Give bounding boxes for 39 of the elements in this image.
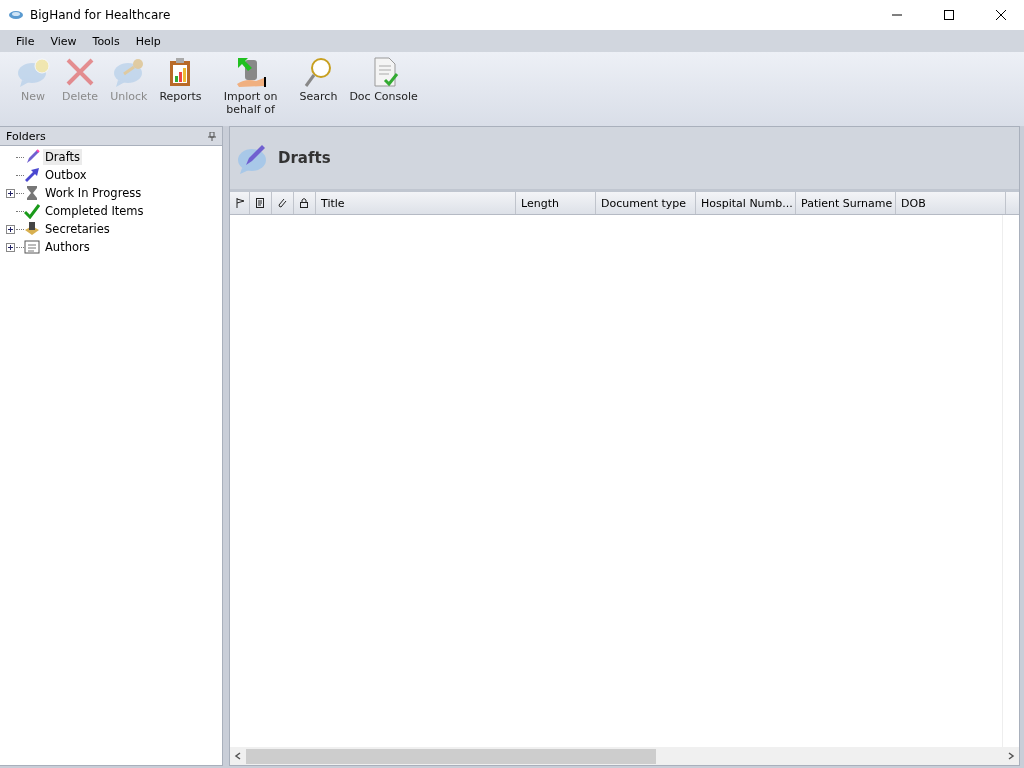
column-header[interactable]: Document type [596,192,696,214]
window-title: BigHand for Healthcare [30,8,172,22]
pencil-icon [24,149,40,165]
flag-icon [235,197,245,209]
paperclip-icon [277,197,287,209]
column-header[interactable]: Length [516,192,596,214]
menu-item[interactable]: View [42,34,85,48]
toolbar-button[interactable]: Reports [155,56,206,103]
tree-item[interactable]: Secretaries [43,221,112,237]
column-header[interactable]: Patient Surname [796,192,896,214]
lock-icon [299,197,309,209]
column-header[interactable]: Title [316,192,516,214]
column-header[interactable]: DOB [896,192,1006,214]
tree-item[interactable]: Drafts [43,149,82,165]
app-logo-icon [8,9,24,21]
close-icon [996,10,1006,20]
menu-item[interactable]: Help [127,34,169,48]
tree-item[interactable]: Outbox [43,167,89,183]
maximize-icon [944,10,954,20]
menu-item[interactable]: File [8,34,43,48]
document-icon [255,197,265,209]
horizontal-scrollbar[interactable] [230,747,1019,765]
column-header[interactable]: Hospital Numb... [696,192,796,214]
speech-bubble-key-icon [111,56,146,88]
toolbar-button[interactable]: Import on behalf of [209,56,292,116]
tree-item[interactable]: Completed Items [43,203,146,219]
checkmark-icon [24,203,40,219]
speech-bubble-icon [16,56,50,88]
tree-item[interactable]: Work In Progress [43,185,144,201]
box-figure-icon [24,221,40,237]
content-title: Drafts [278,149,331,167]
arrow-icon [24,167,40,183]
pin-icon [208,131,216,141]
toolbar-button[interactable]: Doc Console [345,56,422,103]
panel-title: Folders [6,129,46,143]
menu-item[interactable]: Tools [84,34,128,48]
toolbar-button[interactable]: Search [295,56,342,103]
hourglass-icon [24,185,40,201]
tree-item[interactable]: Authors [43,239,92,255]
